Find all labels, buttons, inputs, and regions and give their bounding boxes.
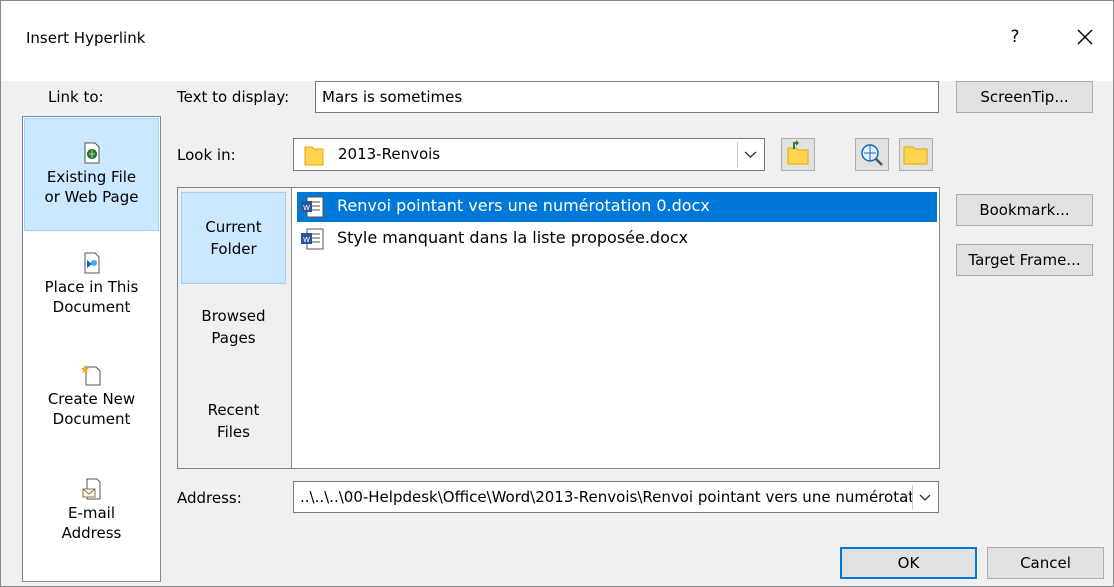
- open-folder-icon: [903, 146, 928, 165]
- nav-browsed-line2: Pages: [211, 329, 256, 347]
- look-in-value: 2013-Renvois: [338, 145, 441, 163]
- nav-recent-files[interactable]: Recent Files: [181, 399, 286, 443]
- address-dropdown-arrow[interactable]: [912, 485, 936, 509]
- up-folder-icon: [787, 140, 809, 165]
- email-address-icon: [82, 478, 100, 500]
- link-existing-line2: or Web Page: [44, 188, 139, 206]
- link-email-address[interactable]: E-mail Address: [24, 477, 159, 569]
- link-existing-line1: Existing File: [46, 168, 137, 186]
- link-place-line1: Place in This: [44, 278, 139, 296]
- look-in-dropdown-arrow[interactable]: [737, 142, 762, 167]
- link-place-line2: Document: [52, 298, 131, 316]
- nav-current-folder[interactable]: Current Folder: [181, 192, 286, 284]
- address-value: ..\..\..\00-Helpdesk\Office\Word\2013-Re…: [300, 488, 939, 506]
- file-list: w Renvoi pointant vers une numérotation …: [293, 188, 939, 468]
- link-create-line2: Document: [52, 410, 131, 428]
- svg-text:w: w: [302, 202, 310, 212]
- browse-file-button[interactable]: [899, 138, 933, 171]
- nav-current-line2: Folder: [210, 240, 257, 258]
- screentip-button[interactable]: ScreenTip...: [956, 81, 1093, 113]
- address-input[interactable]: ..\..\..\00-Helpdesk\Office\Word\2013-Re…: [293, 481, 939, 513]
- close-button[interactable]: [1069, 21, 1101, 53]
- chevron-down-icon: [744, 151, 757, 158]
- dialog-title: Insert Hyperlink: [26, 29, 146, 47]
- bookmark-button[interactable]: Bookmark...: [956, 194, 1093, 226]
- link-email-line2: Address: [61, 524, 122, 542]
- folder-icon: [304, 146, 324, 166]
- close-icon: [1077, 29, 1093, 45]
- ok-button[interactable]: OK: [840, 547, 977, 579]
- svg-text:w: w: [302, 234, 310, 244]
- link-email-line1: E-mail: [67, 504, 116, 522]
- nav-browsed-line1: Browsed: [201, 307, 266, 325]
- look-in-dropdown[interactable]: 2013-Renvois: [293, 138, 765, 171]
- existing-file-icon: [84, 142, 99, 164]
- title-bar: Insert Hyperlink ?: [1, 1, 1113, 81]
- place-in-document-icon: [84, 252, 99, 274]
- link-place-in-document[interactable]: Place in This Document: [24, 251, 159, 343]
- file-name: Renvoi pointant vers une numérotation 0.…: [337, 196, 710, 215]
- link-to-panel: Existing File or Web Page Place in This …: [22, 116, 161, 582]
- nav-current-line1: Current: [205, 218, 262, 236]
- browse-web-icon: [861, 144, 883, 166]
- word-document-icon: w: [301, 196, 324, 218]
- file-name: Style manquant dans la liste proposée.do…: [337, 228, 689, 247]
- nav-recent-line2: Files: [217, 423, 250, 441]
- browse-web-button[interactable]: [855, 138, 889, 171]
- link-existing-file[interactable]: Existing File or Web Page: [24, 118, 159, 231]
- link-create-new-document[interactable]: Create New Document: [24, 363, 159, 455]
- text-to-display-input[interactable]: Mars is sometimes: [315, 81, 939, 113]
- help-button[interactable]: ?: [1001, 23, 1029, 51]
- nav-recent-line1: Recent: [207, 401, 260, 419]
- link-to-label: Link to:: [48, 88, 104, 106]
- cancel-button[interactable]: Cancel: [987, 547, 1104, 579]
- look-in-label: Look in:: [177, 146, 236, 164]
- browse-nav-panel: Current Folder Browsed Pages Recent File…: [178, 188, 292, 468]
- nav-browsed-pages[interactable]: Browsed Pages: [181, 305, 286, 349]
- word-document-icon: w: [301, 228, 324, 250]
- file-row[interactable]: w Style manquant dans la liste proposée.…: [297, 224, 937, 254]
- browser-frame: Current Folder Browsed Pages Recent File…: [177, 187, 940, 469]
- create-new-document-icon: [80, 365, 100, 386]
- insert-hyperlink-dialog: Insert Hyperlink ? Link to: Existing Fil…: [0, 0, 1114, 587]
- chevron-down-icon: [919, 494, 931, 501]
- target-frame-button[interactable]: Target Frame...: [956, 244, 1093, 276]
- address-label: Address:: [177, 489, 242, 507]
- text-to-display-label: Text to display:: [177, 88, 290, 106]
- up-one-folder-button[interactable]: [781, 138, 815, 171]
- file-row[interactable]: w Renvoi pointant vers une numérotation …: [297, 192, 937, 222]
- link-create-line1: Create New: [47, 390, 136, 408]
